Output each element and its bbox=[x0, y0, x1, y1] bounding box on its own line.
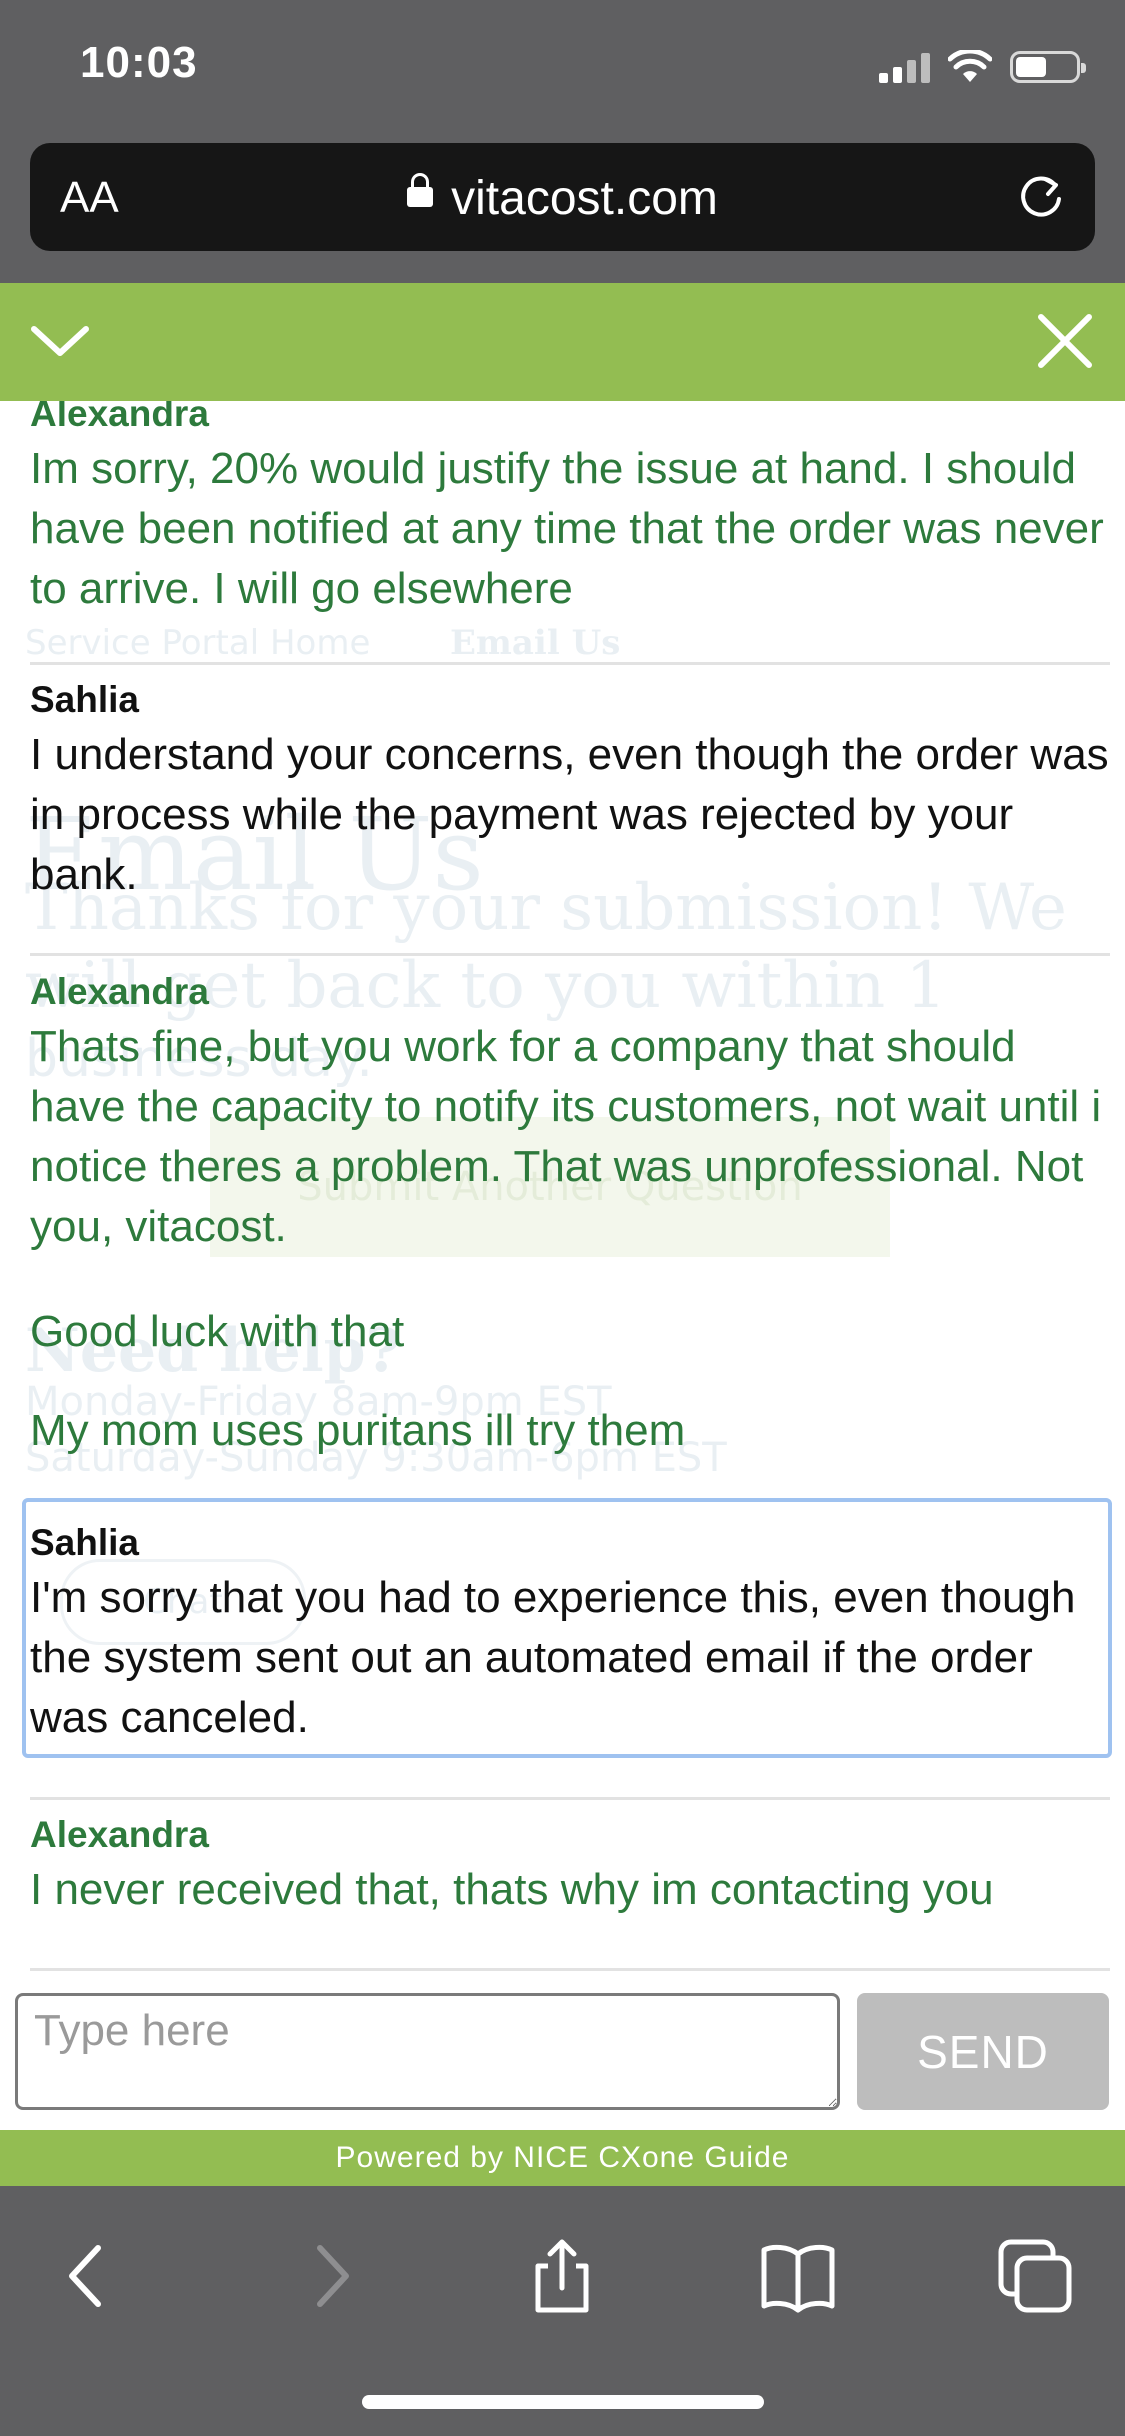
chat-input-area: SEND bbox=[0, 1988, 1125, 2130]
message-divider bbox=[30, 953, 1110, 956]
home-indicator[interactable] bbox=[362, 2395, 764, 2409]
sender-name: Alexandra bbox=[30, 401, 209, 434]
chat-message-agent: Sahlia I understand your concerns, even … bbox=[30, 675, 1110, 905]
reload-icon[interactable] bbox=[1015, 171, 1067, 223]
chat-message-customer: Alexandra I never received that, thats w… bbox=[30, 1810, 1110, 1920]
address-field[interactable]: vitacost.com bbox=[30, 171, 1095, 226]
message-text: I never received that, thats why im cont… bbox=[30, 1865, 994, 1914]
message-text: I understand your concerns, even though … bbox=[30, 730, 1109, 899]
status-icons bbox=[879, 50, 1086, 84]
message-divider bbox=[30, 1797, 1110, 1800]
wifi-icon bbox=[948, 50, 992, 82]
share-icon[interactable] bbox=[522, 2236, 602, 2316]
chat-transcript[interactable]: Service Portal Home Email Us Email Us Th… bbox=[0, 401, 1125, 1988]
bg-breadcrumb-home: Service Portal Home bbox=[25, 623, 371, 663]
message-text: Good luck with that bbox=[30, 1307, 405, 1356]
sender-name: Alexandra bbox=[30, 1814, 209, 1855]
message-input[interactable] bbox=[15, 1993, 840, 2110]
message-divider bbox=[30, 662, 1110, 665]
message-text: Thats fine, but you work for a company t… bbox=[30, 1022, 1102, 1251]
minimize-chevron-icon[interactable] bbox=[30, 311, 90, 371]
lock-icon bbox=[407, 173, 434, 208]
chat-header bbox=[0, 283, 1125, 401]
url-bar[interactable]: AA vitacost.com bbox=[30, 143, 1095, 251]
sender-name: Sahlia bbox=[30, 1522, 139, 1563]
message-text: I'm sorry that you had to experience thi… bbox=[30, 1573, 1076, 1742]
chat-message-customer: My mom uses puritans ill try them bbox=[30, 1401, 1110, 1461]
cellular-signal-icon bbox=[879, 51, 930, 83]
message-text: My mom uses puritans ill try them bbox=[30, 1406, 686, 1455]
back-icon[interactable] bbox=[48, 2236, 128, 2316]
chat-message-customer: Alexandra Im sorry, 20% would justify th… bbox=[30, 401, 1110, 619]
close-icon[interactable] bbox=[1035, 311, 1095, 371]
forward-icon[interactable] bbox=[290, 2236, 370, 2316]
tabs-icon[interactable] bbox=[995, 2236, 1075, 2316]
chat-message-customer: Alexandra Thats fine, but you work for a… bbox=[30, 967, 1110, 1257]
chat-message-customer: Good luck with that bbox=[30, 1302, 1110, 1362]
sender-name: Alexandra bbox=[30, 971, 209, 1012]
bg-breadcrumb-email: Email Us bbox=[450, 623, 621, 663]
message-text: Im sorry, 20% would justify the issue at… bbox=[30, 444, 1104, 613]
url-text: vitacost.com bbox=[451, 172, 718, 225]
powered-by-footer: Powered by NICE CXone Guide bbox=[0, 2130, 1125, 2186]
status-bar: 10:03 bbox=[0, 0, 1125, 140]
battery-icon bbox=[1010, 51, 1086, 83]
status-time: 10:03 bbox=[80, 38, 198, 87]
chat-message-agent: Sahlia I'm sorry that you had to experie… bbox=[30, 1518, 1110, 1748]
bookmarks-icon[interactable] bbox=[758, 2236, 838, 2316]
send-button[interactable]: SEND bbox=[857, 1993, 1109, 2110]
sender-name: Sahlia bbox=[30, 679, 139, 720]
message-divider bbox=[30, 1968, 1110, 1971]
